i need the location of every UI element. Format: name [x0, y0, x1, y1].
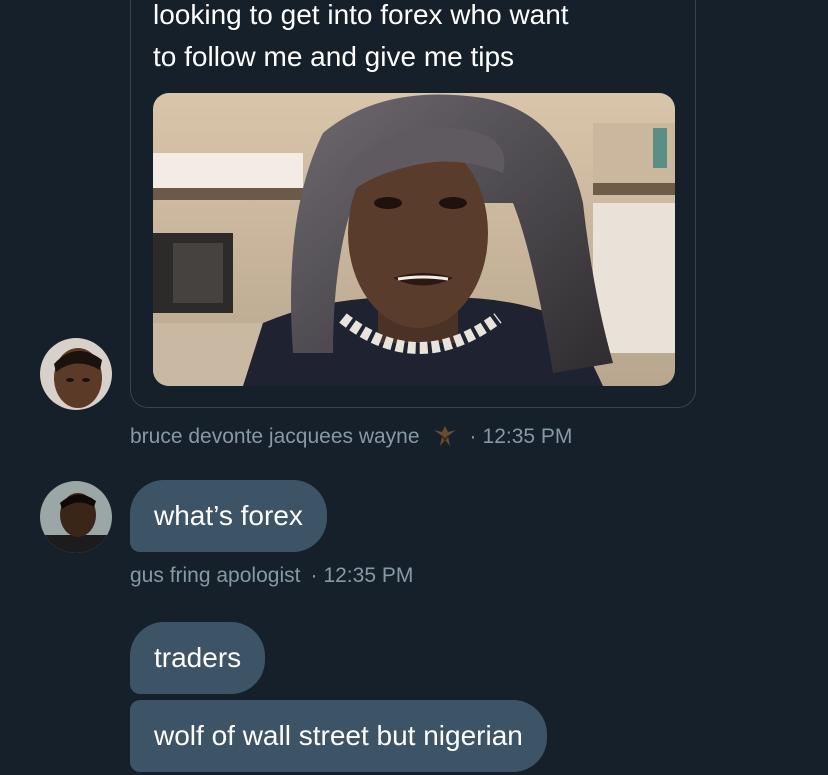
sender-name[interactable]: gus fring apologist — [130, 564, 300, 588]
message-timestamp: 12:35 PM — [323, 564, 414, 587]
avatar-bruce[interactable] — [40, 338, 112, 410]
quoted-text-line: looking to get into forex who want — [153, 0, 569, 30]
sender-name[interactable]: bruce devonte jacquees wayne — [130, 425, 420, 449]
bat-emoji-icon — [430, 422, 460, 452]
profile-photo — [40, 481, 112, 553]
meta-separator: · — [310, 564, 318, 587]
quoted-message-card[interactable]: looking to get into forex who want to fo… — [130, 0, 696, 408]
message-meta: bruce devonte jacquees wayne · 12:35 PM — [130, 422, 572, 452]
quoted-text-line: to follow me and give me tips — [153, 41, 515, 72]
webcam-photo — [153, 93, 675, 386]
message-bubble[interactable]: traders — [130, 622, 266, 694]
meta-separator: · — [469, 425, 477, 448]
message-bubble[interactable]: wolf of wall street but nigerian — [130, 700, 547, 772]
quoted-media-image[interactable] — [153, 93, 675, 386]
profile-photo — [40, 338, 112, 410]
message-timestamp: 12:35 PM — [482, 425, 573, 448]
quoted-message-text: looking to get into forex who want to fo… — [153, 0, 673, 78]
message-meta: gus fring apologist · 12:35 PM — [130, 564, 413, 588]
message-bubble[interactable]: what’s forex — [130, 480, 327, 552]
avatar-gus[interactable] — [40, 481, 112, 553]
